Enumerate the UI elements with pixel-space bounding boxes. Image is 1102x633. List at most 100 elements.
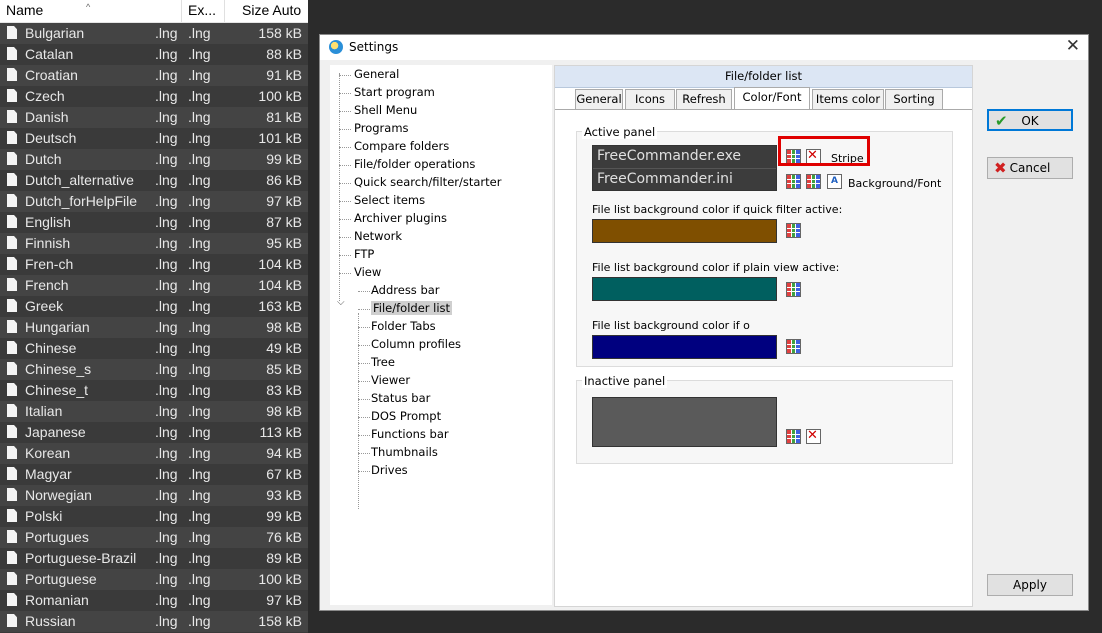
tree-item-tree[interactable]: Tree (371, 355, 395, 369)
file-row[interactable]: Finnish .lng .lng 95 kB (0, 233, 308, 254)
file-row[interactable]: Chinese_t .lng .lng 83 kB (0, 380, 308, 401)
ok-button[interactable]: ✔ OK (987, 109, 1073, 131)
file-row[interactable]: Dutch_alternative .lng .lng 86 kB (0, 170, 308, 191)
color-palette-icon[interactable] (786, 429, 801, 444)
file-size: 85 kB (266, 361, 302, 377)
column-header-ext[interactable]: Ex... (188, 2, 216, 18)
file-row[interactable]: Croatian .lng .lng 91 kB (0, 65, 308, 86)
quick-filter-color-swatch[interactable] (592, 219, 777, 243)
tree-item-network[interactable]: Network (354, 229, 402, 243)
column-header-size[interactable]: Size Auto (242, 2, 301, 18)
clear-color-icon[interactable] (806, 428, 821, 444)
column-divider[interactable] (181, 0, 182, 22)
file-ext: .lng (188, 151, 211, 167)
tree-item-drives[interactable]: Drives (371, 463, 408, 477)
file-row[interactable]: Chinese .lng .lng 49 kB (0, 338, 308, 359)
file-row[interactable]: Korean .lng .lng 94 kB (0, 443, 308, 464)
tree-item-status-bar[interactable]: Status bar (371, 391, 430, 405)
file-size: 100 kB (258, 571, 302, 587)
file-row[interactable]: Catalan .lng .lng 88 kB (0, 44, 308, 65)
tree-item-quick-search-filter-starter[interactable]: Quick search/filter/starter (354, 175, 501, 189)
file-name: Korean (25, 445, 71, 461)
tree-item-file-folder-operations[interactable]: File/folder operations (354, 157, 475, 171)
plain-view-color-swatch[interactable] (592, 277, 777, 301)
tree-item-address-bar[interactable]: Address bar (371, 283, 440, 297)
tab-general[interactable]: General (575, 89, 623, 109)
file-ext: .lng (155, 613, 178, 629)
tab-sorting[interactable]: Sorting (885, 89, 943, 109)
tree-item-select-items[interactable]: Select items (354, 193, 425, 207)
file-row[interactable]: Czech .lng .lng 100 kB (0, 86, 308, 107)
column-divider[interactable] (224, 0, 225, 22)
file-row[interactable]: Portuguese-Brazil .lng .lng 89 kB (0, 548, 308, 569)
color-palette-icon[interactable] (806, 174, 821, 189)
file-row[interactable]: Dutch_forHelpFile .lng .lng 97 kB (0, 191, 308, 212)
sample-file-1: FreeCommander.exe (597, 148, 742, 164)
file-icon (7, 299, 17, 312)
tree-item-viewer[interactable]: Viewer (371, 373, 410, 387)
file-row[interactable]: Norwegian .lng .lng 93 kB (0, 485, 308, 506)
other-color-swatch[interactable] (592, 335, 777, 359)
color-palette-icon[interactable] (786, 339, 801, 354)
file-ext: .lng (155, 403, 178, 419)
tree-item-label: Status bar (371, 391, 431, 405)
file-row[interactable]: Deutsch .lng .lng 101 kB (0, 128, 308, 149)
column-header-name[interactable]: Name (6, 2, 43, 18)
inactive-panel-color-swatch[interactable] (592, 397, 777, 447)
file-row[interactable]: Portuguese .lng .lng 100 kB (0, 569, 308, 590)
tab-color-font[interactable]: Color/Font (734, 87, 810, 110)
file-row[interactable]: Romanian .lng .lng 97 kB (0, 590, 308, 611)
file-row[interactable]: Italian .lng .lng 98 kB (0, 401, 308, 422)
file-name: Norwegian (25, 487, 92, 503)
file-ext: .lng (188, 613, 211, 629)
tree-item-functions-bar[interactable]: Functions bar (371, 427, 449, 441)
file-row[interactable]: Japanese .lng .lng 113 kB (0, 422, 308, 443)
file-icon (7, 131, 17, 144)
tree-item-label: Drives (371, 463, 408, 477)
tab-refresh[interactable]: Refresh (676, 89, 732, 109)
tree-item-thumbnails[interactable]: Thumbnails (371, 445, 438, 459)
tree-item-label: DOS Prompt (371, 409, 442, 423)
file-icon (7, 194, 17, 207)
tree-item-column-profiles[interactable]: Column profiles (371, 337, 461, 351)
font-icon[interactable]: A (827, 174, 842, 189)
tab-items-color[interactable]: Items color (812, 89, 884, 109)
file-ext: .lng (155, 214, 178, 230)
file-row[interactable]: Greek .lng .lng 163 kB (0, 296, 308, 317)
file-row[interactable]: Hungarian .lng .lng 98 kB (0, 317, 308, 338)
tree-item-archiver-plugins[interactable]: Archiver plugins (354, 211, 447, 225)
tree-item-view[interactable]: View (354, 265, 381, 279)
file-row[interactable]: Chinese_s .lng .lng 85 kB (0, 359, 308, 380)
tree-item-label: Folder Tabs (371, 319, 436, 333)
file-row[interactable]: Russian .lng .lng 158 kB (0, 611, 308, 632)
tree-item-shell-menu[interactable]: Shell Menu (354, 103, 417, 117)
file-row[interactable]: Bulgarian .lng .lng 158 kB (0, 23, 308, 44)
cancel-button[interactable]: ✖ Cancel (987, 157, 1073, 179)
tree-item-programs[interactable]: Programs (354, 121, 409, 135)
apply-button[interactable]: Apply (987, 574, 1073, 596)
dialog-titlebar[interactable]: Settings ✕ (320, 35, 1088, 60)
color-palette-icon[interactable] (786, 282, 801, 297)
file-row[interactable]: Fren-ch .lng .lng 104 kB (0, 254, 308, 275)
tab-icons[interactable]: Icons (625, 89, 675, 109)
tree-item-folder-tabs[interactable]: Folder Tabs (371, 319, 436, 333)
tree-item-start-program[interactable]: Start program (354, 85, 435, 99)
chevron-down-icon[interactable]: ⌵ (337, 297, 345, 308)
file-row[interactable]: Magyar .lng .lng 67 kB (0, 464, 308, 485)
file-row[interactable]: Portugues .lng .lng 76 kB (0, 527, 308, 548)
tree-item-general[interactable]: General (354, 67, 399, 81)
color-palette-icon[interactable] (786, 174, 801, 189)
tree-item-ftp[interactable]: FTP (354, 247, 374, 261)
file-row[interactable]: Danish .lng .lng 81 kB (0, 107, 308, 128)
tree-item-dos-prompt[interactable]: DOS Prompt (371, 409, 441, 423)
close-icon[interactable]: ✕ (1066, 36, 1080, 56)
file-name: Deutsch (25, 130, 77, 146)
tree-item-compare-folders[interactable]: Compare folders (354, 139, 449, 153)
file-row[interactable]: Dutch .lng .lng 99 kB (0, 149, 308, 170)
inactive-panel-label: Inactive panel (582, 374, 668, 388)
file-row[interactable]: Polski .lng .lng 99 kB (0, 506, 308, 527)
color-palette-icon[interactable] (786, 223, 801, 238)
tree-item-file-folder-list[interactable]: File/folder list (371, 301, 453, 315)
file-row[interactable]: English .lng .lng 87 kB (0, 212, 308, 233)
file-row[interactable]: French .lng .lng 104 kB (0, 275, 308, 296)
